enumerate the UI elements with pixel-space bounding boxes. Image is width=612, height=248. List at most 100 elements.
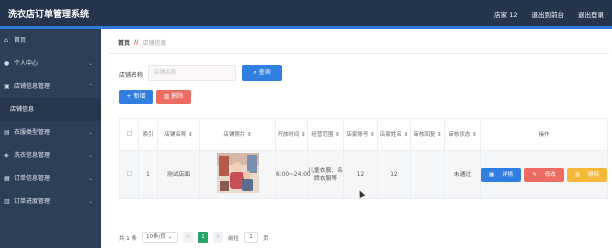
row-checkbox[interactable] (119, 150, 139, 199)
sort-icon: ⇕ (472, 131, 477, 138)
home-icon: ⌂ (4, 37, 8, 44)
table-header-row: 索引 店铺名称 ⇕ 店铺照片 ⇕ 开放时间 ⇕ 经营范围 ⇕ 店家账号 ⇕ 店家… (119, 118, 608, 151)
sidebar-item-order-progress[interactable]: ▥ 订单进度管理 ⌄ (0, 190, 101, 213)
delete-button[interactable]: ▥ 删除 (566, 167, 608, 182)
sort-icon: ⇕ (437, 131, 442, 138)
cell-status: 未通过 (444, 150, 481, 199)
sidebar-item-label: 首页 (14, 37, 27, 44)
sidebar-item-shop-info[interactable]: 店铺信息 (0, 98, 101, 121)
add-button[interactable]: + 新增 (119, 90, 153, 104)
detail-button-label: 详情 (502, 171, 514, 178)
column-header[interactable]: 开放时间 ⇕ (275, 118, 308, 151)
cell-index: 1 (138, 150, 158, 199)
breadcrumb-current: 店铺信息 (142, 40, 167, 47)
info-icon: ▦ (488, 171, 495, 178)
sidebar-item-label: 订单信息管理 (14, 175, 51, 182)
cell-shop-name: 测试店面 (157, 150, 200, 199)
goto-label: 前往 (228, 235, 240, 242)
column-header[interactable]: 店家账号 ⇕ (343, 118, 378, 151)
next-page-button[interactable]: > (213, 232, 223, 243)
row-actions: ▦ 详情 ✎ 修改 ▥ 删除 (480, 167, 608, 182)
sort-icon: ⇕ (188, 131, 193, 138)
trash-icon: ▥ (574, 171, 581, 178)
breadcrumb-home[interactable]: 首页 (118, 38, 130, 47)
cell-hours: 6:00~24:00 (275, 150, 311, 199)
edit-icon: ✎ (532, 171, 537, 178)
goto-unit: 页 (263, 235, 269, 242)
shop-name-search-input[interactable]: 店铺名称 (148, 65, 236, 81)
column-header-label: 审核回复 (413, 131, 436, 138)
progress-icon: ▥ (4, 198, 10, 205)
column-header[interactable]: 店铺名称 ⇕ (157, 118, 200, 151)
sidebar-item-shop-manage[interactable]: ▣ 店铺信息管理 ⌃ (0, 75, 101, 98)
app-title: 洗衣店订单管理系统 (8, 10, 90, 20)
column-header-label: 店铺名称 (164, 131, 187, 138)
chevron-down-icon: ⌄ (87, 129, 93, 136)
logout-link[interactable]: 退出登录 (578, 9, 604, 19)
query-button[interactable]: ⌕ 查询 (242, 65, 282, 81)
breadcrumb: 首页 // 店铺信息 (118, 38, 166, 47)
batch-delete-button[interactable]: ▥ 删除 (156, 90, 191, 104)
sidebar-item-label: 个人中心 (14, 60, 39, 67)
cell-scope: 儿童衣服、名牌衣服等 (307, 150, 344, 199)
sidebar-item-label: 店铺信息 (10, 106, 35, 113)
page-size-value: 10条/页 (146, 234, 166, 240)
column-header[interactable]: 经营范围 ⇕ (307, 118, 344, 151)
column-header[interactable]: 店铺照片 ⇕ (199, 118, 276, 151)
column-header-label: 店家姓名 (379, 131, 402, 138)
page-size-select[interactable]: 10条/页 ⌄ (142, 232, 178, 243)
edit-button-label: 修改 (544, 171, 556, 178)
sidebar: ⌂ 首页 ● 个人中心 ⌄ ▣ 店铺信息管理 ⌃ 店铺信息 ▤ 衣服类型管理 ⌄… (0, 29, 101, 248)
sort-icon: ⇕ (403, 131, 409, 138)
header-actions: 店家 12 退出到前台 退出登录 (494, 9, 604, 19)
cell-actions: ▦ 详情 ✎ 修改 ▥ 删除 (480, 150, 608, 199)
sidebar-item-home[interactable]: ⌂ 首页 (0, 29, 101, 52)
top-header: 洗衣店订单管理系统 店家 12 退出到前台 退出登录 (0, 0, 612, 26)
chevron-down-icon: ⌄ (87, 60, 93, 67)
prev-page-button[interactable]: < (183, 232, 193, 243)
column-header-label: 店家账号 (346, 131, 369, 138)
shirt-icon: ▤ (4, 129, 10, 136)
sidebar-item-clothes-type[interactable]: ▤ 衣服类型管理 ⌄ (0, 121, 101, 144)
search-label: 店铺名称 (119, 72, 144, 79)
sort-icon: ⇕ (370, 131, 375, 138)
wash-icon: ◈ (4, 152, 9, 159)
breadcrumb-separator-icon: // (134, 39, 139, 46)
goto-page-input[interactable]: 1 (244, 232, 259, 243)
sort-icon: ⇕ (335, 131, 340, 138)
order-icon: ▦ (4, 175, 10, 182)
column-header: 索引 (138, 118, 158, 151)
shop-table: 索引 店铺名称 ⇕ 店铺照片 ⇕ 开放时间 ⇕ 经营范围 ⇕ 店家账号 ⇕ 店家… (119, 118, 608, 199)
checkbox-icon (126, 130, 132, 136)
sidebar-item-profile[interactable]: ● 个人中心 ⌄ (0, 52, 101, 75)
column-header-label: 经营范围 (311, 131, 334, 138)
shop-photo-image[interactable] (216, 153, 259, 193)
chevron-up-icon: ⌃ (87, 83, 93, 90)
shop-icon: ▣ (4, 83, 10, 90)
column-header-label: 开放时间 (277, 131, 300, 138)
main-content: 首页 // 店铺信息 店铺名称 店铺名称 ⌕ 查询 + 新增 ▥ 删除 索引 店… (101, 29, 612, 248)
cell-owner: 12 (377, 150, 411, 199)
column-header[interactable]: 审核回复 ⇕ (410, 118, 445, 151)
column-header[interactable]: 审核状态 ⇕ (444, 118, 481, 151)
detail-button[interactable]: ▦ 详情 (480, 167, 522, 182)
chevron-down-icon: ⌄ (87, 175, 93, 182)
edit-button[interactable]: ✎ 修改 (524, 167, 564, 182)
cell-shop-photo (199, 150, 276, 199)
sidebar-item-label: 洗衣信息管理 (14, 152, 51, 159)
back-to-front-link[interactable]: 退出到前台 (532, 9, 565, 19)
breadcrumb-divider (109, 53, 609, 54)
current-page-button[interactable]: 1 (198, 232, 208, 243)
sidebar-item-order-info[interactable]: ▦ 订单信息管理 ⌄ (0, 167, 101, 190)
column-header[interactable]: 店家姓名 ⇕ (377, 118, 411, 151)
select-all-checkbox[interactable] (119, 118, 139, 151)
chevron-down-icon: ⌄ (87, 152, 93, 159)
pagination: 共 1 条 10条/页 ⌄ < 1 > 前往 1 页 (119, 232, 269, 243)
sort-icon: ⇕ (301, 131, 306, 138)
sidebar-item-label: 衣服类型管理 (14, 129, 51, 136)
sidebar-item-wash-info[interactable]: ◈ 洗衣信息管理 ⌄ (0, 144, 101, 167)
batch-delete-label: 删除 (171, 93, 184, 100)
chevron-down-icon: ⌄ (167, 234, 173, 240)
chevron-down-icon: ⌄ (87, 198, 93, 205)
user-icon: ● (4, 60, 10, 67)
